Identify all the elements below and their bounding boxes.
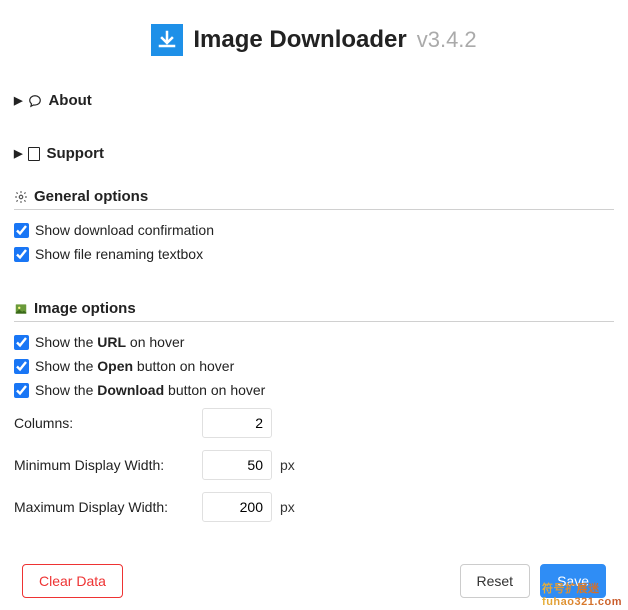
show-download-confirmation-label: Show download confirmation [35, 222, 214, 238]
app-logo-icon [151, 24, 183, 56]
show-download-checkbox[interactable] [14, 383, 29, 398]
chat-icon [28, 94, 42, 108]
clear-data-button[interactable]: Clear Data [22, 564, 123, 598]
image-options-group: Image options Show the URL on hover Show… [14, 300, 614, 528]
support-accordion[interactable]: ▶ Support [14, 137, 614, 170]
support-icon [28, 147, 40, 161]
columns-row: Columns: [14, 402, 614, 444]
min-width-unit: px [280, 457, 295, 473]
support-label: Support [46, 145, 104, 162]
about-accordion[interactable]: ▶ About [14, 84, 614, 117]
footer: Clear Data Reset Save [0, 564, 628, 598]
columns-input[interactable] [202, 408, 272, 438]
max-width-label: Maximum Display Width: [14, 499, 194, 515]
show-url-row[interactable]: Show the URL on hover [14, 330, 614, 354]
show-file-renaming-label: Show file renaming textbox [35, 246, 203, 262]
general-options-title: General options [34, 188, 148, 205]
caret-right-icon: ▶ [14, 94, 22, 107]
gear-icon [14, 190, 28, 204]
max-width-input[interactable] [202, 492, 272, 522]
show-url-label: Show the URL on hover [35, 334, 184, 350]
show-open-row[interactable]: Show the Open button on hover [14, 354, 614, 378]
show-download-confirmation-checkbox[interactable] [14, 223, 29, 238]
image-options-title: Image options [34, 300, 136, 317]
min-width-input[interactable] [202, 450, 272, 480]
min-width-row: Minimum Display Width: px [14, 444, 614, 486]
about-label: About [48, 92, 91, 109]
image-icon [14, 302, 28, 316]
show-open-label: Show the Open button on hover [35, 358, 234, 374]
show-url-checkbox[interactable] [14, 335, 29, 350]
general-options-group: General options Show download confirmati… [14, 188, 614, 266]
columns-label: Columns: [14, 415, 194, 431]
save-button[interactable]: Save [540, 564, 606, 598]
app-title: Image Downloader [193, 26, 406, 54]
max-width-unit: px [280, 499, 295, 515]
caret-right-icon: ▶ [14, 147, 22, 160]
min-width-label: Minimum Display Width: [14, 457, 194, 473]
show-file-renaming-row[interactable]: Show file renaming textbox [14, 242, 614, 266]
show-download-label: Show the Download button on hover [35, 382, 265, 398]
show-download-confirmation-row[interactable]: Show download confirmation [14, 218, 614, 242]
show-file-renaming-checkbox[interactable] [14, 247, 29, 262]
app-version: v3.4.2 [417, 27, 477, 53]
show-download-row[interactable]: Show the Download button on hover [14, 378, 614, 402]
header: Image Downloader v3.4.2 [0, 0, 628, 74]
max-width-row: Maximum Display Width: px [14, 486, 614, 528]
show-open-checkbox[interactable] [14, 359, 29, 374]
reset-button[interactable]: Reset [460, 564, 531, 598]
